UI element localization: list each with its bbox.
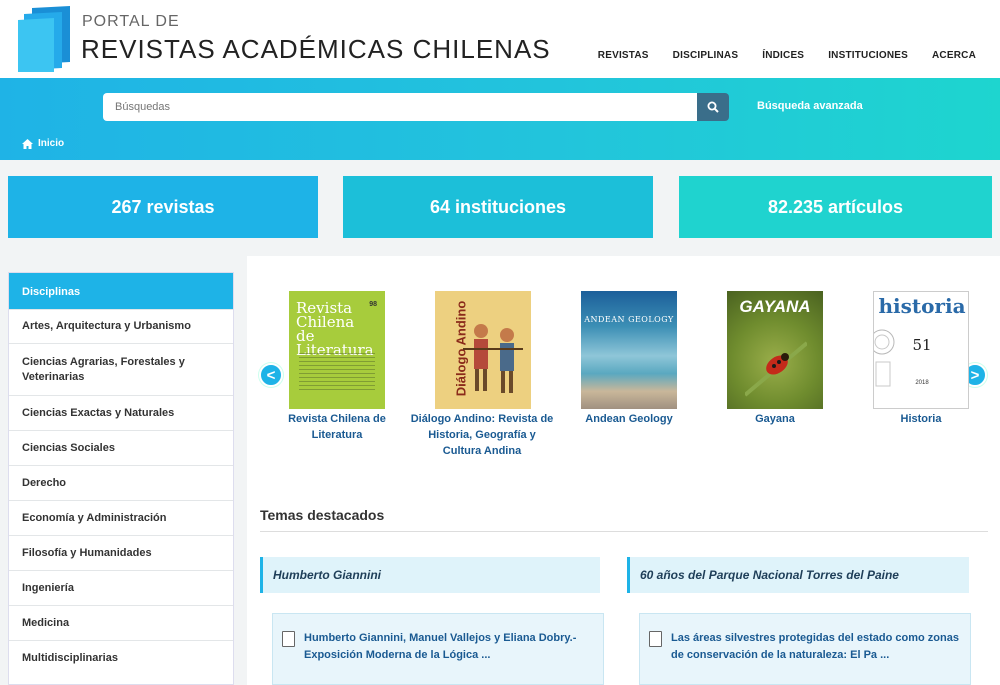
article-link[interactable]: Las áreas silvestres protegidas del esta… [671,630,961,664]
sidebar-item-artes[interactable]: Artes, Arquitectura y Urbanismo [9,309,233,343]
journal-cover-literatura[interactable]: Revista Chilena de Literatura 98 [289,291,385,409]
stat-articulos[interactable]: 82.235 artículos [679,176,992,238]
nav-revistas[interactable]: REVISTAS [598,50,649,61]
cover-number: 98 [369,301,377,308]
cover-text-lines [299,353,375,391]
search-input[interactable] [103,93,697,121]
document-icon [649,631,662,647]
cover-title: ANDEAN GEOLOGY [584,315,674,324]
search-banner: Búsqueda avanzada Inicio [0,78,1000,160]
sidebar-item-derecho[interactable]: Derecho [9,465,233,500]
site-header: PORTAL DE REVISTAS ACADÉMICAS CHILENAS R… [0,0,1000,78]
journal-title-andean-geology[interactable]: Andean Geology [556,411,702,427]
journal-cover-dialogo-andino[interactable]: Diálogo Andino [435,291,531,409]
divider [260,531,988,532]
topic-article-card[interactable]: Humberto Giannini, Manuel Vallejos y Eli… [272,613,604,685]
journal-cover-gayana[interactable]: GAYANA [727,291,823,409]
nav-instituciones[interactable]: INSTITUCIONES [828,50,908,61]
brand-top-text: PORTAL DE [82,13,180,30]
cover-title: GAYANA [739,297,811,316]
journal-cover-andean-geology[interactable]: ANDEAN GEOLOGY [581,291,677,409]
stats-area: 267 revistas 64 instituciones 82.235 art… [0,160,1000,256]
journal-title-historia[interactable]: Historia [848,411,994,427]
breadcrumb[interactable]: Inicio [22,138,64,149]
main-nav: REVISTAS DISCIPLINAS ÍNDICES INSTITUCION… [574,50,976,61]
breadcrumb-home[interactable]: Inicio [38,138,64,149]
journal-title-literatura[interactable]: Revista Chilena de Literatura [264,411,410,443]
main-content: < > Revista Chilena de Literatura 98 Rev… [247,256,1000,685]
cover-title: historia [878,294,966,318]
featured-topics-heading: Temas destacados [260,507,385,523]
topic-header-giannini[interactable]: Humberto Giannini [260,557,600,593]
search-icon [707,101,719,113]
sidebar-item-exactas[interactable]: Ciencias Exactas y Naturales [9,395,233,430]
sidebar-item-sociales[interactable]: Ciencias Sociales [9,430,233,465]
nav-acerca[interactable]: ACERCA [932,50,976,61]
stat-instituciones[interactable]: 64 instituciones [343,176,653,238]
advanced-search-link[interactable]: Búsqueda avanzada [757,100,863,112]
sidebar-item-agrarias[interactable]: Ciencias Agrarias, Forestales y Veterina… [9,343,233,395]
journal-title-dialogo-andino[interactable]: Diálogo Andino: Revista de Historia, Geo… [409,411,555,459]
journal-title-gayana[interactable]: Gayana [702,411,848,427]
sidebar-title: Disciplinas [9,273,233,309]
sidebar-item-ingenieria[interactable]: Ingeniería [9,570,233,605]
home-icon [22,138,33,149]
document-icon [282,631,295,647]
sidebar-item-medicina[interactable]: Medicina [9,605,233,640]
cover-insect-illustration [745,341,807,397]
portal-logo[interactable] [18,6,70,72]
brand-title[interactable]: REVISTAS ACADÉMICAS CHILENAS [81,34,551,65]
stat-revistas[interactable]: 267 revistas [8,176,318,238]
sidebar-item-economia[interactable]: Economía y Administración [9,500,233,535]
nav-disciplinas[interactable]: DISCIPLINAS [673,50,739,61]
article-link[interactable]: Humberto Giannini, Manuel Vallejos y Eli… [304,630,594,664]
journal-cover-historia[interactable]: historia 51 2018 [873,291,969,409]
carousel-prev-button[interactable]: < [259,363,283,387]
sidebar-item-multidisciplinarias[interactable]: Multidisciplinarias [9,640,233,675]
topic-article-card[interactable]: Las áreas silvestres protegidas del esta… [639,613,971,685]
disciplines-sidebar: Disciplinas Artes, Arquitectura y Urbani… [8,272,234,685]
cover-ornament [874,329,895,387]
cover-illustration [463,324,523,393]
topic-header-torres-del-paine[interactable]: 60 años del Parque Nacional Torres del P… [627,557,969,593]
search-button[interactable] [697,93,729,121]
sidebar-item-filosofia[interactable]: Filosofía y Humanidades [9,535,233,570]
nav-indices[interactable]: ÍNDICES [762,50,804,61]
